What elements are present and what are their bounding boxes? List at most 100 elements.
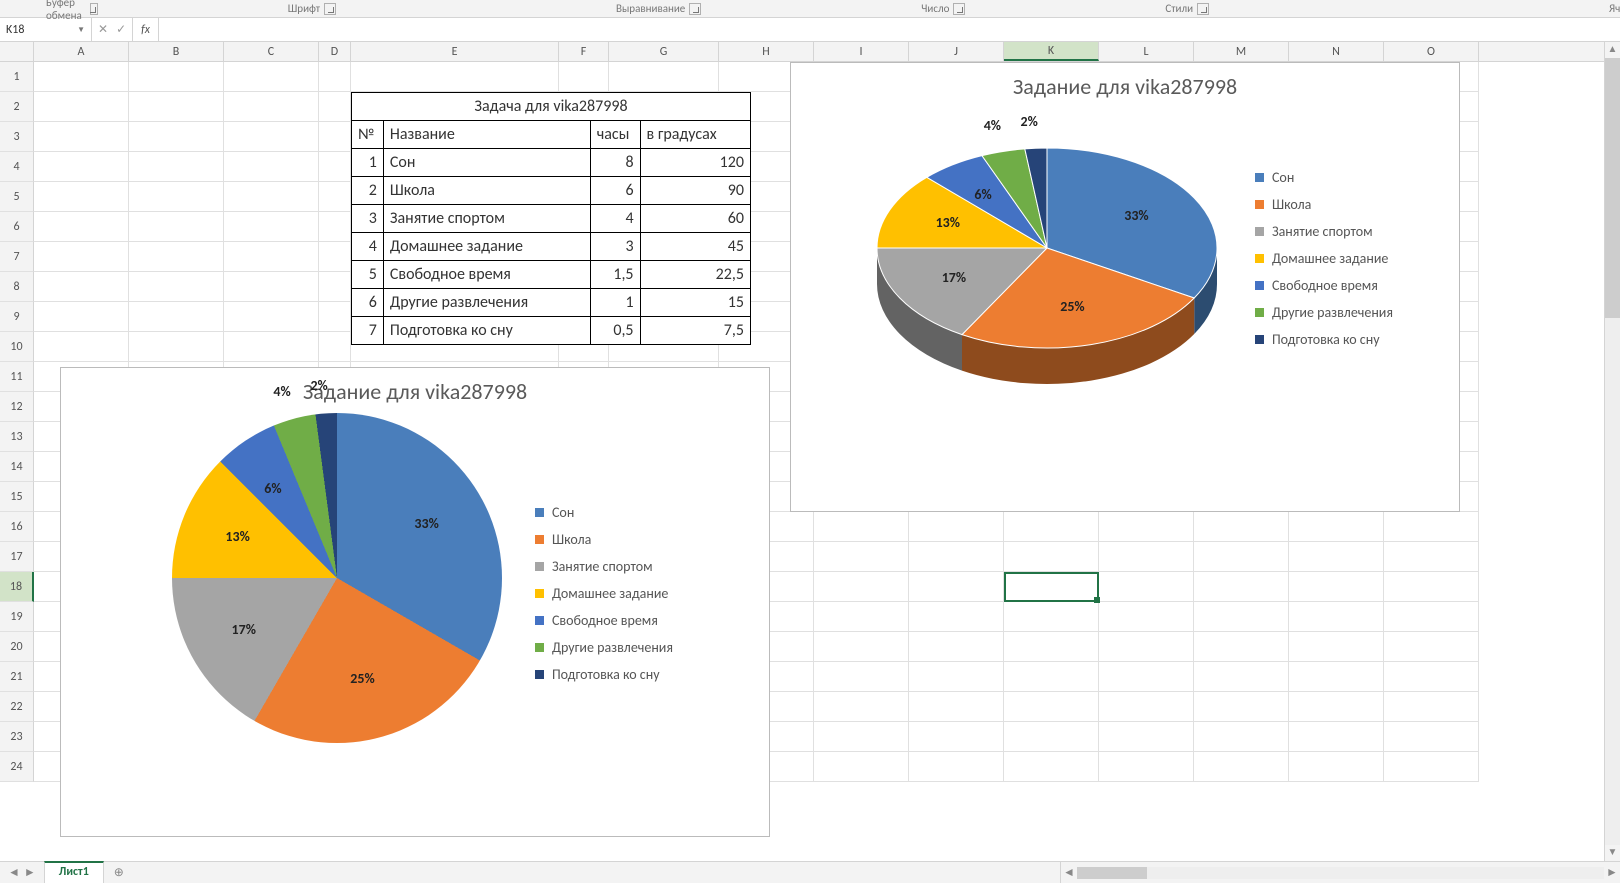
cell[interactable] (814, 572, 909, 602)
cell[interactable] (1194, 542, 1289, 572)
row-header[interactable]: 4 (0, 152, 34, 182)
row-header[interactable]: 1 (0, 62, 34, 92)
cell[interactable] (1099, 572, 1194, 602)
cell[interactable] (319, 62, 351, 92)
tab-nav[interactable]: ◄ ► (0, 862, 44, 883)
cell[interactable] (814, 692, 909, 722)
cell[interactable] (909, 722, 1004, 752)
cell[interactable] (1289, 722, 1384, 752)
cell[interactable] (1194, 572, 1289, 602)
column-header[interactable]: G (609, 42, 719, 61)
cell[interactable] (1004, 692, 1099, 722)
row-header[interactable]: 11 (0, 362, 34, 392)
cell[interactable] (351, 62, 559, 92)
fx-icon[interactable]: fx (133, 18, 159, 41)
row-header[interactable]: 5 (0, 182, 34, 212)
cell[interactable] (1289, 572, 1384, 602)
cell[interactable] (1099, 632, 1194, 662)
scroll-left-icon[interactable]: ◄ (1061, 865, 1077, 880)
enter-icon[interactable]: ✓ (116, 22, 126, 37)
cell[interactable] (909, 662, 1004, 692)
column-header[interactable]: C (224, 42, 319, 61)
cell[interactable] (224, 62, 319, 92)
cell[interactable] (814, 722, 909, 752)
cell[interactable] (1004, 572, 1099, 602)
chart-3d-pie[interactable]: Задание для vika287998 33%25%17%13%6%4%2… (790, 62, 1460, 512)
cell[interactable] (1004, 632, 1099, 662)
column-header[interactable]: B (129, 42, 224, 61)
dialog-launcher-icon[interactable] (1197, 3, 1209, 15)
cell[interactable] (1194, 512, 1289, 542)
row-header[interactable]: 21 (0, 662, 34, 692)
cell[interactable] (224, 122, 319, 152)
cell[interactable] (224, 242, 319, 272)
cell[interactable] (224, 302, 319, 332)
dialog-launcher-icon[interactable] (689, 3, 701, 15)
row-header[interactable]: 15 (0, 482, 34, 512)
cell[interactable] (34, 182, 129, 212)
cell[interactable] (34, 62, 129, 92)
cell[interactable] (1099, 752, 1194, 782)
cell[interactable] (319, 332, 351, 362)
cell[interactable] (129, 62, 224, 92)
cell[interactable] (1289, 752, 1384, 782)
column-header[interactable]: O (1384, 42, 1479, 61)
column-header[interactable]: F (559, 42, 609, 61)
cell[interactable] (909, 512, 1004, 542)
cell[interactable] (909, 572, 1004, 602)
column-header[interactable]: J (909, 42, 1004, 61)
row-header[interactable]: 2 (0, 92, 34, 122)
cell[interactable] (319, 302, 351, 332)
row-header[interactable]: 9 (0, 302, 34, 332)
tab-next-icon[interactable]: ► (24, 865, 36, 880)
vscroll-thumb[interactable] (1605, 58, 1620, 318)
row-header[interactable]: 7 (0, 242, 34, 272)
formula-input[interactable] (159, 18, 1620, 41)
cell[interactable] (319, 182, 351, 212)
cell[interactable] (1384, 752, 1479, 782)
worksheet-area[interactable]: ABCDEFGHIJKLMNO 123456789101112131415161… (0, 42, 1620, 862)
row-header[interactable]: 16 (0, 512, 34, 542)
column-header[interactable]: I (814, 42, 909, 61)
cell[interactable] (1384, 722, 1479, 752)
row-header[interactable]: 14 (0, 452, 34, 482)
cell[interactable] (129, 122, 224, 152)
cell[interactable] (319, 92, 351, 122)
cell[interactable] (814, 602, 909, 632)
cell[interactable] (1004, 752, 1099, 782)
column-header[interactable]: A (34, 42, 129, 61)
cell[interactable] (319, 152, 351, 182)
cell[interactable] (319, 212, 351, 242)
cell[interactable] (34, 332, 129, 362)
select-all-corner[interactable] (0, 42, 34, 61)
row-header[interactable]: 12 (0, 392, 34, 422)
cell[interactable] (1194, 632, 1289, 662)
row-header[interactable]: 19 (0, 602, 34, 632)
row-header[interactable]: 24 (0, 752, 34, 782)
cell[interactable] (224, 152, 319, 182)
column-header[interactable]: H (719, 42, 814, 61)
cell[interactable] (34, 242, 129, 272)
column-header[interactable]: L (1099, 42, 1194, 61)
name-box[interactable]: K18 ▼ (0, 18, 92, 41)
cell[interactable] (1289, 662, 1384, 692)
cell[interactable] (814, 512, 909, 542)
cell[interactable] (1384, 542, 1479, 572)
row-header[interactable]: 6 (0, 212, 34, 242)
cell[interactable] (1099, 662, 1194, 692)
column-header[interactable]: N (1289, 42, 1384, 61)
cell[interactable] (224, 92, 319, 122)
cell[interactable] (1194, 692, 1289, 722)
vertical-scrollbar[interactable]: ▲ ▼ (1604, 42, 1620, 861)
sheet-tab-active[interactable]: Лист1 (44, 861, 104, 883)
cell[interactable] (1099, 512, 1194, 542)
cell[interactable] (129, 332, 224, 362)
cell[interactable] (909, 602, 1004, 632)
cell[interactable] (814, 662, 909, 692)
add-sheet-button[interactable]: ⊕ (104, 862, 134, 883)
row-header[interactable]: 23 (0, 722, 34, 752)
cell[interactable] (1289, 602, 1384, 632)
cell[interactable] (1004, 722, 1099, 752)
cell[interactable] (1194, 752, 1289, 782)
cell[interactable] (224, 332, 319, 362)
